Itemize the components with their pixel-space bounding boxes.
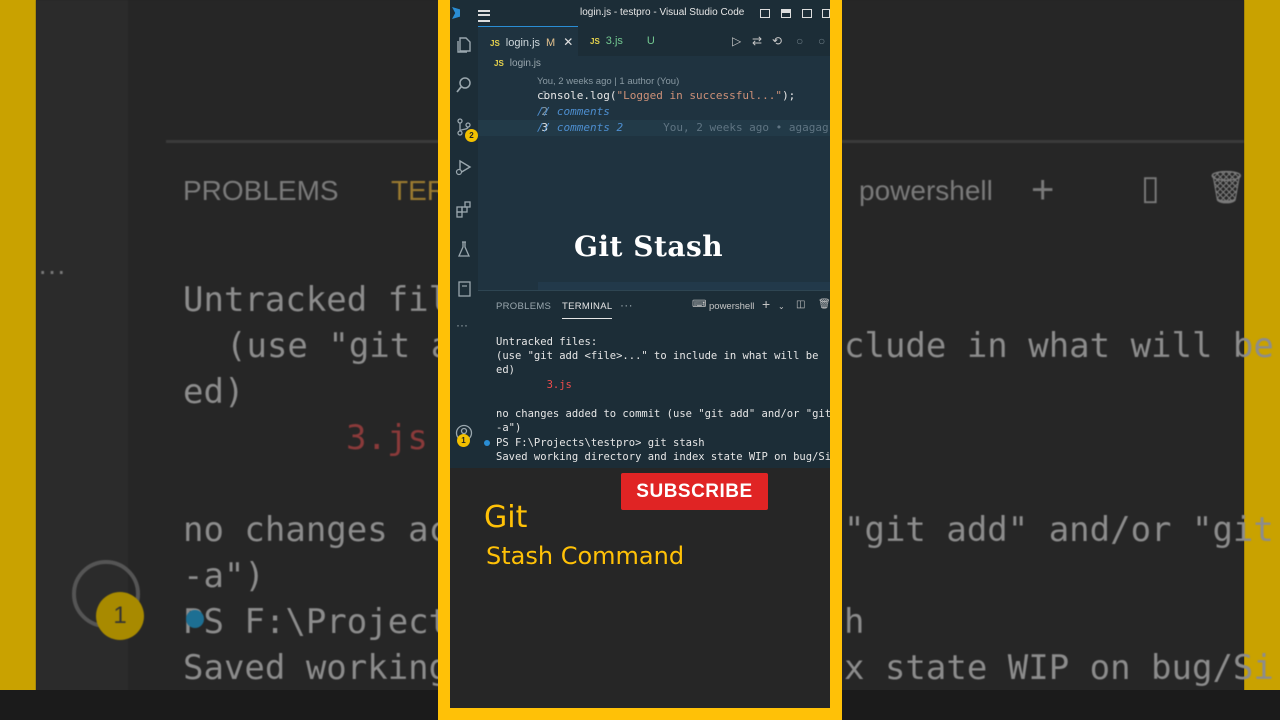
run-debug-icon[interactable]	[455, 158, 473, 176]
terminal-line: -a")	[496, 422, 522, 434]
compare-changes-icon[interactable]: ⇄	[752, 34, 762, 48]
bottom-panel: PROBLEMS TERMINAL ··· ⌨ powershell + ⌄ ◫…	[478, 290, 830, 469]
bg-line-9: PS F:\Project	[183, 602, 450, 642]
window-title: login.js - testpro - Visual Studio Code	[580, 7, 745, 18]
bg-trash-icon: 🗑	[1206, 169, 1247, 205]
revert-icon[interactable]: ⟲	[772, 34, 782, 48]
tab-terminal[interactable]: TERMINAL	[562, 301, 613, 319]
bg-more-icon: ···	[38, 255, 66, 286]
tab-status-modified: M	[546, 37, 556, 49]
code-text: // comments 2 You, 2 weeks ago • agagag	[537, 120, 829, 136]
panel-more-icon[interactable]: ···	[620, 298, 633, 312]
bg-line-11: Saved working	[183, 648, 450, 688]
bg-line-2: (use "git a	[226, 326, 452, 366]
js-file-icon: JS	[494, 59, 504, 68]
promo-line-2: Stash Command	[486, 542, 685, 570]
bg-split-icon: ▯	[1141, 169, 1160, 207]
terminal-line: no changes added to commit (use "git add…	[496, 408, 830, 420]
vscode-logo-icon	[452, 7, 460, 19]
overlay-title: Git Stash	[574, 230, 724, 263]
editor-scroll-strip	[538, 282, 830, 290]
activity-bar: 2 ··· 1	[450, 26, 478, 468]
previous-change-icon[interactable]: ○	[796, 34, 803, 48]
bg-line-12: x state WIP on bug/Si	[844, 648, 1274, 688]
tab-label: 3.js	[605, 35, 623, 47]
tab-login-js[interactable]: JS login.js M ✕	[478, 26, 578, 56]
bg-plus-icon: +	[1031, 168, 1055, 212]
terminal-shell-label[interactable]: powershell	[709, 301, 754, 312]
breadcrumb[interactable]: JS login.js	[494, 58, 541, 69]
inline-blame: You, 2 weeks ago • agagag	[663, 121, 829, 134]
short-frame: login.js - testpro - Visual Studio Code	[438, 0, 842, 720]
tab-3-js[interactable]: JS 3.js U	[590, 26, 670, 56]
bg-line-3: clude in what will be	[844, 326, 1274, 366]
terminal-line: Untracked files:	[496, 336, 598, 348]
layout-split-icon[interactable]	[802, 9, 812, 18]
terminal-line: Saved working directory and index state …	[496, 451, 830, 463]
code-paren-close: );	[782, 89, 796, 102]
trash-icon[interactable]: 🗑	[818, 299, 830, 310]
explorer-icon[interactable]	[455, 36, 473, 54]
vscode-window: login.js - testpro - Visual Studio Code	[450, 0, 830, 469]
bg-problems-tab: PROBLEMS	[183, 175, 339, 206]
bg-left-strip	[0, 0, 36, 720]
short-screen: login.js - testpro - Visual Studio Code	[450, 0, 830, 708]
chevron-down-icon[interactable]: ⌄	[778, 302, 785, 311]
tab-label: login.js	[505, 37, 541, 49]
layout-custom-icon[interactable]	[822, 9, 830, 18]
search-icon[interactable]	[455, 76, 473, 94]
editor-tabs: JS login.js M ✕ JS 3.js U ▷ ⇄ ⟲ ○ ○	[478, 26, 830, 56]
run-icon[interactable]: ▷	[732, 34, 741, 48]
menu-icon[interactable]	[478, 10, 490, 22]
code-fn: console.log	[537, 89, 610, 102]
next-change-icon[interactable]: ○	[818, 34, 825, 48]
terminal-prompt: PS F:\Projects\testpro> git stash	[496, 437, 705, 449]
bg-line-10: h	[844, 602, 865, 642]
js-file-icon: JS	[590, 37, 600, 46]
tab-status-untracked: U	[646, 35, 655, 47]
notebook-icon[interactable]	[455, 280, 473, 298]
prompt-decoration-icon	[484, 440, 490, 446]
bg-prompt-dot	[186, 610, 204, 628]
new-terminal-icon[interactable]: +	[762, 296, 770, 312]
js-file-icon: JS	[490, 39, 500, 48]
more-views-icon[interactable]: ···	[456, 318, 468, 332]
terminal-line: ed)	[496, 364, 515, 376]
promo-line-1: Git	[484, 500, 528, 535]
title-bar: login.js - testpro - Visual Studio Code	[450, 0, 830, 26]
accounts-badge: 1	[457, 434, 470, 447]
code-line[interactable]: 2 // comments	[478, 104, 830, 120]
split-terminal-icon[interactable]: ◫	[796, 299, 805, 310]
scm-badge: 2	[465, 129, 478, 142]
code-comment: // comments 2	[537, 121, 624, 134]
bg-line-1: Untracked fil	[183, 280, 450, 320]
subscribe-button[interactable]: SUBSCRIBE	[621, 473, 768, 510]
close-icon[interactable]: ✕	[563, 35, 573, 49]
code-string: "Logged in successful..."	[616, 89, 783, 102]
bg-line-6: no changes ac	[183, 510, 450, 550]
code-text: console.log("Logged in successful...");	[537, 88, 795, 104]
code-comment: // comments	[537, 105, 610, 118]
layout-panel-icon[interactable]	[781, 9, 791, 18]
terminal-untracked-file: 3.js	[496, 379, 572, 391]
bg-line-7: "git add" and/or "git	[844, 510, 1274, 550]
breadcrumb-file[interactable]: login.js	[510, 58, 541, 69]
code-line[interactable]: 1 console.log("Logged in successful...")…	[478, 88, 830, 104]
promo-area: SUBSCRIBE Git Stash Command	[450, 468, 830, 708]
codelens-blame[interactable]: You, 2 weeks ago | 1 author (You)	[537, 76, 679, 87]
bg-shell-label: powershell	[859, 175, 993, 206]
bg-line-5: 3.js	[346, 418, 428, 458]
code-line-current[interactable]: 3 // comments 2 You, 2 weeks ago • agagag	[478, 120, 830, 136]
layout-sidebar-icon[interactable]	[760, 9, 770, 18]
bg-line-8: -a")	[183, 556, 265, 596]
tab-problems[interactable]: PROBLEMS	[496, 301, 551, 312]
extensions-icon[interactable]	[455, 200, 473, 218]
panel-tabs: PROBLEMS TERMINAL ··· ⌨ powershell + ⌄ ◫…	[478, 291, 830, 323]
bg-line-4: ed)	[183, 372, 245, 412]
terminal-icon: ⌨	[692, 299, 707, 310]
testing-flask-icon[interactable]	[455, 240, 473, 258]
terminal-line: (use "git add <file>..." to include in w…	[496, 350, 819, 362]
bg-badge: 1	[96, 592, 144, 640]
